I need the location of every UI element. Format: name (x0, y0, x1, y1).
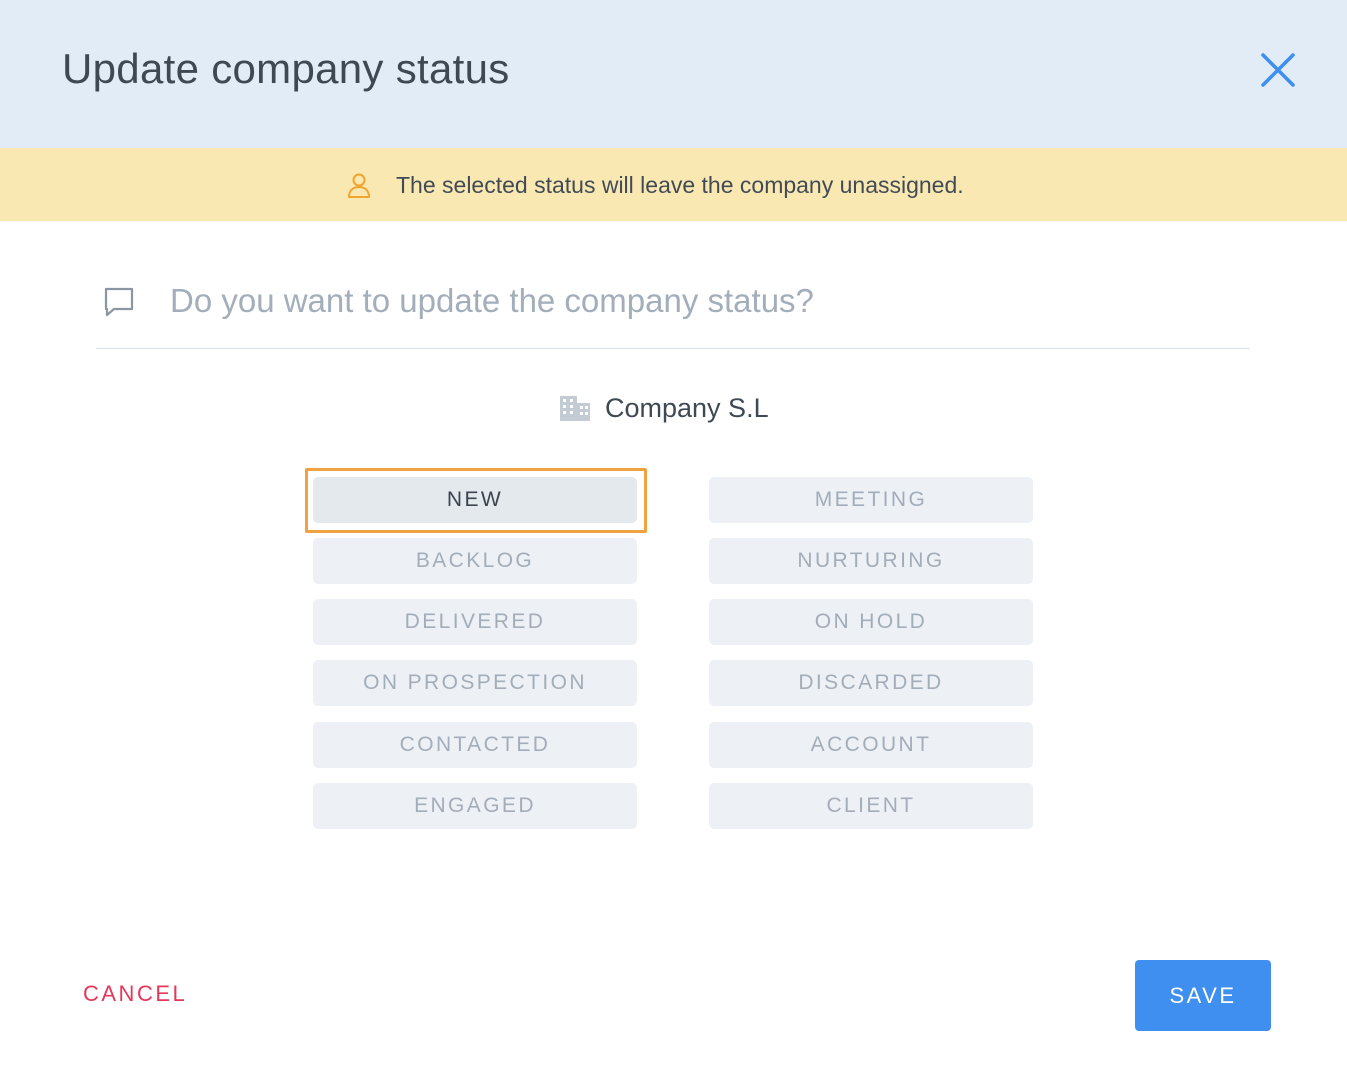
person-icon (348, 173, 370, 198)
cancel-button[interactable]: CANCEL (83, 978, 187, 1010)
status-option-account[interactable]: ACCOUNT (709, 722, 1033, 768)
building-icon (560, 396, 590, 421)
status-option-discarded[interactable]: DISCARDED (709, 660, 1033, 706)
status-option-delivered[interactable]: DELIVERED (313, 599, 637, 645)
status-option-meeting[interactable]: MEETING (709, 477, 1033, 523)
dialog-header: Update company status (0, 0, 1347, 148)
status-option-new[interactable]: NEW (313, 477, 637, 523)
question-text: Do you want to update the company status… (170, 282, 814, 319)
save-button[interactable]: SAVE (1135, 960, 1271, 1031)
status-option-engaged[interactable]: ENGAGED (313, 783, 637, 829)
status-option-nurturing[interactable]: NURTURING (709, 538, 1033, 584)
status-option-backlog[interactable]: BACKLOG (313, 538, 637, 584)
status-option-contacted[interactable]: CONTACTED (313, 722, 637, 768)
close-button[interactable] (1256, 48, 1300, 92)
dialog-title: Update company status (62, 45, 510, 92)
update-status-dialog: Update company status The selected statu… (0, 0, 1347, 1087)
status-option-on-prospection[interactable]: ON PROSPECTION (313, 660, 637, 706)
status-option-client[interactable]: CLIENT (709, 783, 1033, 829)
divider (96, 348, 1250, 349)
status-option-on-hold[interactable]: ON HOLD (709, 599, 1033, 645)
company-name: Company S.L (605, 393, 769, 423)
close-icon (1261, 53, 1295, 87)
message-icon (104, 287, 134, 317)
banner-message: The selected status will leave the compa… (396, 172, 964, 198)
